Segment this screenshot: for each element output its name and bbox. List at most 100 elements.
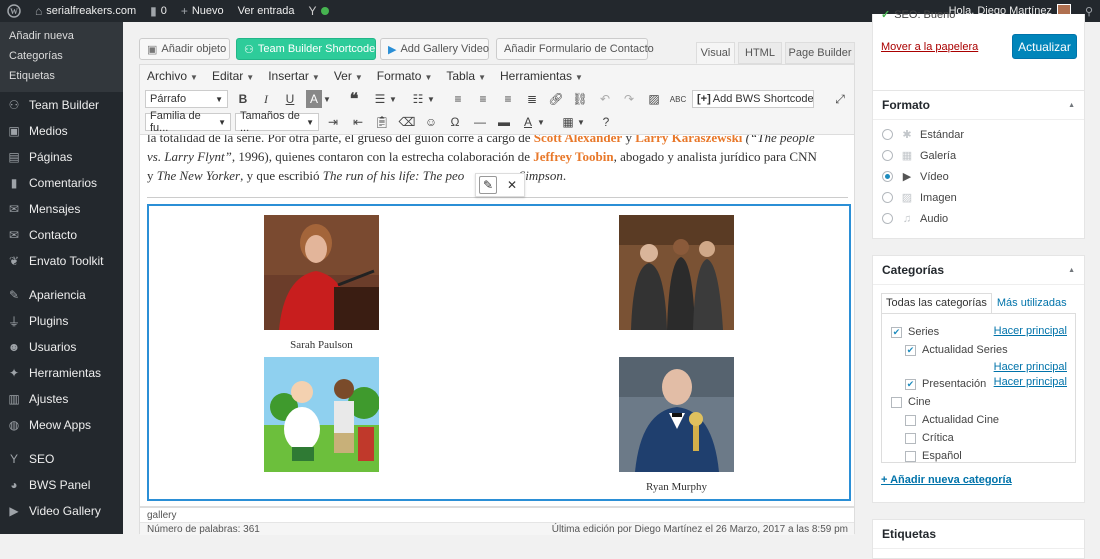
align-justify-icon[interactable]: ≡ bbox=[498, 90, 518, 108]
format-option[interactable]: ▦ Galería bbox=[873, 145, 1084, 166]
text-color-button[interactable]: A bbox=[518, 113, 538, 131]
outdent-icon[interactable]: ⇤ bbox=[348, 113, 368, 131]
fullscreen-icon[interactable]: ⤢ bbox=[830, 90, 850, 108]
checkbox[interactable] bbox=[891, 396, 902, 408]
checkbox[interactable] bbox=[905, 414, 916, 426]
yoast-seo-menu[interactable]: Y bbox=[302, 0, 336, 22]
gallery-block[interactable]: Sarah Paulson Ryan Murphy bbox=[147, 204, 851, 501]
radio-button[interactable] bbox=[882, 129, 893, 140]
radio-button[interactable] bbox=[882, 171, 893, 182]
category-item[interactable]: Cine bbox=[891, 393, 931, 411]
indent-icon[interactable]: ⇥ bbox=[323, 113, 343, 131]
checkbox[interactable]: ✔ bbox=[905, 344, 916, 356]
format-option[interactable]: ✱ Estándar bbox=[873, 124, 1084, 145]
chevron-down-icon[interactable]: ▼ bbox=[322, 90, 332, 108]
tab-page-builder[interactable]: Page Builder bbox=[785, 42, 855, 64]
gallery-item[interactable]: Sarah Paulson bbox=[264, 215, 380, 351]
element-path[interactable]: gallery bbox=[147, 510, 176, 521]
undo-icon[interactable]: ↶ bbox=[595, 90, 615, 108]
chevron-down-icon[interactable]: ▼ bbox=[536, 113, 546, 131]
bullet-list-icon[interactable]: ☰ bbox=[370, 90, 390, 108]
clear-formatting-icon[interactable]: ⌫ bbox=[397, 113, 417, 131]
tab-most-used[interactable]: Más utilizadas bbox=[992, 293, 1072, 314]
tab-visual[interactable]: Visual bbox=[696, 42, 735, 64]
menubar-item[interactable]: Tabla ▼ bbox=[439, 69, 493, 83]
chevron-down-icon[interactable]: ▼ bbox=[388, 90, 398, 108]
link-icon[interactable]: 🔗︎ bbox=[546, 90, 566, 108]
spellcheck-icon[interactable]: ABC bbox=[668, 90, 688, 108]
pencil-icon[interactable]: ✎ bbox=[479, 176, 497, 194]
menu-item-contacto[interactable]: ✉ Contacto bbox=[0, 222, 123, 248]
menu-item-medios[interactable]: ▣ Medios bbox=[0, 118, 123, 144]
image-icon[interactable]: ▨ bbox=[644, 90, 664, 108]
add-object-button[interactable]: ▣ Añadir objeto bbox=[139, 38, 230, 60]
wordpress-logo-icon[interactable]: W bbox=[0, 0, 28, 22]
emoji-icon[interactable]: ☺ bbox=[421, 113, 441, 131]
page-break-icon[interactable]: ▬ bbox=[494, 113, 514, 131]
add-new-category-link[interactable]: + Añadir nueva categoría bbox=[881, 474, 1012, 486]
menubar-item[interactable]: Archivo ▼ bbox=[140, 69, 205, 83]
bold-button[interactable]: B bbox=[233, 90, 253, 108]
numbered-list-icon[interactable]: ☷ bbox=[408, 90, 428, 108]
menubar-item[interactable]: Editar ▼ bbox=[205, 69, 261, 83]
menu-item-video-gallery[interactable]: ▶ Video Gallery bbox=[0, 498, 123, 524]
menubar-item[interactable]: Ver ▼ bbox=[327, 69, 370, 83]
add-contact-form-button[interactable]: Añadir Formulario de Contacto bbox=[496, 38, 654, 60]
checkbox[interactable]: ✔ bbox=[891, 326, 902, 338]
chevron-down-icon[interactable]: ▼ bbox=[426, 90, 436, 108]
font-family-select[interactable]: Familia de fu... ▼ bbox=[145, 110, 231, 134]
highlight-color-button[interactable]: A bbox=[306, 90, 322, 108]
editor-content[interactable]: la totalidad de la serie. Por otra parte… bbox=[139, 135, 855, 507]
site-name-link[interactable]: ⌂ serialfreakers.com bbox=[28, 0, 143, 22]
tab-html[interactable]: HTML bbox=[738, 42, 782, 64]
menubar-item[interactable]: Formato ▼ bbox=[370, 69, 440, 83]
gallery-item[interactable] bbox=[619, 215, 735, 339]
menu-item-páginas[interactable]: ▤ Páginas bbox=[0, 144, 123, 170]
category-item[interactable]: ✔ Presentación bbox=[905, 375, 986, 393]
category-item[interactable]: Crítica bbox=[905, 429, 954, 447]
format-option[interactable]: ▨ Imagen bbox=[873, 187, 1084, 208]
menu-item-team-builder[interactable]: ⚇ Team Builder bbox=[0, 92, 123, 118]
checkbox[interactable] bbox=[905, 450, 916, 462]
submenu-item[interactable]: Añadir nueva bbox=[0, 26, 123, 46]
menu-item-comentarios[interactable]: ▮ Comentarios bbox=[0, 170, 123, 196]
radio-button[interactable] bbox=[882, 192, 893, 203]
categories-box-header[interactable]: Categorías ▲ bbox=[873, 256, 1084, 285]
menubar-item[interactable]: Insertar ▼ bbox=[261, 69, 327, 83]
menu-item-herramientas[interactable]: ✦ Herramientas bbox=[0, 360, 123, 386]
category-item[interactable]: ✔ Series bbox=[891, 323, 939, 341]
menu-item-apariencia[interactable]: ✎ Apariencia bbox=[0, 282, 123, 308]
add-gallery-video-button[interactable]: ▶ Add Gallery Video bbox=[380, 38, 489, 60]
category-item[interactable]: ✔ Actualidad Series bbox=[905, 341, 1008, 359]
menu-item-envato-toolkit[interactable]: ❦ Envato Toolkit bbox=[0, 248, 123, 274]
menu-item-usuarios[interactable]: ☻ Usuarios bbox=[0, 334, 123, 360]
font-size-select[interactable]: Tamaños de ... ▼ bbox=[235, 110, 319, 134]
gallery-item[interactable] bbox=[264, 357, 380, 481]
underline-button[interactable]: U bbox=[280, 90, 300, 108]
make-primary-link[interactable]: Hacer principal bbox=[994, 376, 1067, 388]
make-primary-link[interactable]: Hacer principal bbox=[994, 361, 1067, 373]
submenu-item[interactable]: Etiquetas bbox=[0, 66, 123, 86]
menubar-item[interactable]: Herramientas ▼ bbox=[493, 69, 590, 83]
special-character-icon[interactable]: Ω bbox=[445, 113, 465, 131]
menu-item-bws-panel[interactable]: ◕ BWS Panel bbox=[0, 472, 123, 498]
help-icon[interactable]: ? bbox=[596, 113, 616, 131]
table-icon[interactable]: ▦ bbox=[558, 113, 578, 131]
caret-up-icon[interactable]: ▲ bbox=[1068, 102, 1075, 109]
format-box-header[interactable]: Formato ▲ bbox=[873, 91, 1084, 120]
update-button[interactable]: Actualizar bbox=[1012, 34, 1077, 59]
name-link[interactable]: Larry Karaszewski bbox=[635, 135, 742, 145]
chevron-down-icon[interactable]: ▼ bbox=[576, 113, 586, 131]
gallery-item[interactable]: Ryan Murphy bbox=[619, 357, 735, 493]
checkbox[interactable] bbox=[905, 432, 916, 444]
checkbox[interactable]: ✔ bbox=[905, 378, 916, 390]
close-icon[interactable]: ✕ bbox=[503, 176, 521, 194]
redo-icon[interactable]: ↷ bbox=[619, 90, 639, 108]
horizontal-line-icon[interactable]: — bbox=[470, 113, 490, 131]
italic-button[interactable]: I bbox=[256, 90, 276, 108]
move-to-trash-link[interactable]: Mover a la papelera bbox=[881, 41, 978, 53]
menu-item-ajustes[interactable]: ▥ Ajustes bbox=[0, 386, 123, 412]
format-option[interactable]: ▶ Vídeo bbox=[873, 166, 1084, 187]
tags-box-header[interactable]: Etiquetas bbox=[873, 520, 1084, 549]
name-link[interactable]: Jeffrey Toobin bbox=[533, 149, 613, 164]
